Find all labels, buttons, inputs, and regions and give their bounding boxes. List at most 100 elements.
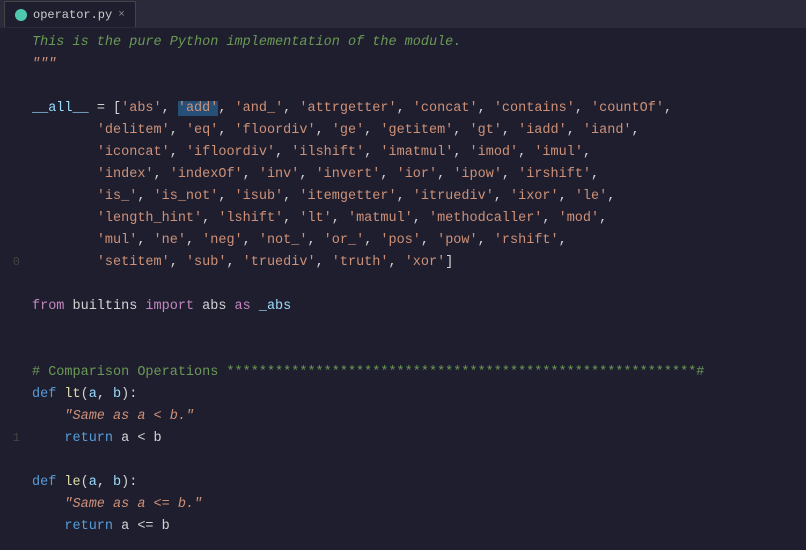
- line-content: 'delitem', 'eq', 'floordiv', 'ge', 'geti…: [28, 120, 806, 142]
- token: 'indexOf': [170, 167, 243, 182]
- token: ,: [283, 101, 299, 116]
- token: ):: [121, 387, 137, 402]
- code-line: return a <= b: [0, 516, 806, 538]
- token: 'neg': [202, 233, 243, 248]
- token: ,: [502, 123, 518, 138]
- token: 'gt': [470, 123, 502, 138]
- token: ,: [275, 145, 291, 160]
- token: 'truediv': [243, 255, 316, 270]
- token: ,: [307, 233, 323, 248]
- code-line: # Comparison Operations ****************…: [0, 362, 806, 384]
- line-content: 'setitem', 'sub', 'truediv', 'truth', 'x…: [28, 252, 806, 274]
- token: ,: [218, 189, 234, 204]
- token: 'imul': [534, 145, 583, 160]
- token: 'iconcat': [97, 145, 170, 160]
- token: 'index': [97, 167, 154, 182]
- tab-filename: operator.py: [33, 8, 112, 22]
- token: (: [81, 475, 89, 490]
- token: ,: [218, 101, 234, 116]
- token: ,: [389, 255, 405, 270]
- token: def: [32, 387, 64, 402]
- token: ,: [137, 233, 153, 248]
- code-line: 'delitem', 'eq', 'floordiv', 'ge', 'geti…: [0, 120, 806, 142]
- tab-close-button[interactable]: ×: [118, 9, 125, 21]
- token: 'invert': [316, 167, 381, 182]
- tab-operator-py[interactable]: operator.py ×: [4, 1, 136, 27]
- token: 'pow': [437, 233, 478, 248]
- token: [32, 233, 97, 248]
- token: ,: [170, 255, 186, 270]
- token: a < b: [113, 431, 162, 446]
- token: [32, 497, 64, 512]
- token: ,: [243, 233, 259, 248]
- code-line: 'index', 'indexOf', 'inv', 'invert', 'io…: [0, 164, 806, 186]
- line-number: 0: [0, 253, 28, 272]
- token: 'ifloordiv': [186, 145, 275, 160]
- token: 'lshift': [218, 211, 283, 226]
- code-line: "Same as a <= b.": [0, 494, 806, 516]
- token: a: [89, 475, 97, 490]
- line-content: from builtins import abs as _abs: [28, 296, 806, 318]
- token: ,: [453, 145, 469, 160]
- token: ,: [632, 123, 640, 138]
- code-line: 0 'setitem', 'sub', 'truediv', 'truth', …: [0, 252, 806, 274]
- token: ,: [364, 145, 380, 160]
- token: 'ne': [154, 233, 186, 248]
- token: def: [32, 475, 64, 490]
- line-content: "Same as a < b.": [28, 406, 806, 428]
- token: 'xor': [405, 255, 446, 270]
- line-content: [28, 274, 806, 296]
- line-content: return a < b: [28, 428, 806, 450]
- line-content: [28, 450, 806, 472]
- token: """: [32, 57, 56, 72]
- tab-bar: operator.py ×: [0, 0, 806, 28]
- token: a <= b: [113, 519, 170, 534]
- line-content: This is the pure Python implementation o…: [28, 32, 806, 54]
- token: 'itruediv': [413, 189, 494, 204]
- token: import: [145, 299, 194, 314]
- line-content: [28, 76, 806, 98]
- token: ,: [559, 233, 567, 248]
- token: ,: [332, 211, 348, 226]
- token: return: [64, 431, 113, 446]
- token: 'iand': [583, 123, 632, 138]
- code-line: "Same as a < b.": [0, 406, 806, 428]
- token: 'itemgetter': [299, 189, 396, 204]
- token: 'mod': [559, 211, 600, 226]
- token: [32, 123, 97, 138]
- code-line: This is the pure Python implementation o…: [0, 32, 806, 54]
- token: = [: [89, 101, 121, 116]
- token: return: [64, 519, 113, 534]
- token: 'contains': [494, 101, 575, 116]
- token: "Same as a <= b.": [64, 497, 202, 512]
- token: builtins: [64, 299, 145, 314]
- token: ,: [542, 211, 558, 226]
- token: ,: [478, 233, 494, 248]
- token: 'or_': [324, 233, 365, 248]
- token: ,: [583, 145, 591, 160]
- token: b: [113, 387, 121, 402]
- code-line: 'iconcat', 'ifloordiv', 'ilshift', 'imat…: [0, 142, 806, 164]
- code-line: [0, 340, 806, 362]
- token: # Comparison Operations ****************…: [32, 365, 704, 380]
- token: ,: [575, 101, 591, 116]
- token: ,: [591, 167, 599, 182]
- token: ,: [316, 255, 332, 270]
- token: 'rshift': [494, 233, 559, 248]
- line-content: [28, 340, 806, 362]
- token: [32, 167, 97, 182]
- code-line: from builtins import abs as _abs: [0, 296, 806, 318]
- code-line: 'is_', 'is_not', 'isub', 'itemgetter', '…: [0, 186, 806, 208]
- token: ,: [518, 145, 534, 160]
- token: ,: [186, 233, 202, 248]
- token: [32, 189, 97, 204]
- token: lt: [64, 387, 80, 402]
- code-line: """: [0, 54, 806, 76]
- token: ,: [283, 211, 299, 226]
- token: from: [32, 299, 64, 314]
- token: ,: [137, 189, 153, 204]
- token: 'imatmul': [380, 145, 453, 160]
- token: [32, 145, 97, 160]
- token: ,: [170, 123, 186, 138]
- token: [32, 431, 64, 446]
